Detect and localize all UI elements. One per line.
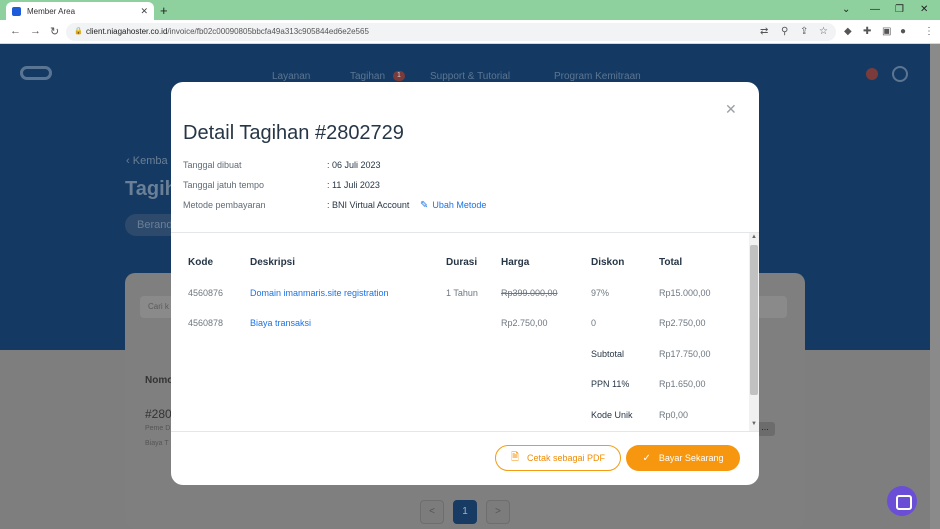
forward-arrow-icon[interactable]: →: [30, 25, 41, 37]
pager-current[interactable]: 1: [453, 500, 477, 524]
invoice-detail-modal: ✕ Detail Tagihan #2802729 Tanggal dibuat…: [171, 82, 759, 485]
row-1-harga: Rp399.000,00: [501, 288, 558, 298]
unique-code-value: Rp0,00: [659, 410, 689, 420]
menu-kebab-icon[interactable]: ⋮: [924, 26, 934, 37]
url-path: /invoice/fb02c00090805bbcfa49a313c905844…: [167, 27, 369, 36]
nav-support[interactable]: Support & Tutorial: [430, 71, 510, 82]
unique-code-label: Kode Unik: [591, 410, 633, 420]
row-2-total: Rp2.750,00: [659, 318, 706, 328]
column-header-kode: Kode: [188, 257, 213, 268]
document-icon: 🗎: [510, 451, 519, 463]
niagahoster-logo-icon[interactable]: [20, 66, 52, 80]
pager-next[interactable]: >: [486, 500, 510, 524]
row-1-deskripsi-link[interactable]: Domain imanmaris.site registration: [250, 288, 389, 298]
back-link[interactable]: ‹ Kemba: [126, 155, 168, 167]
print-pdf-label: Cetak sebagai PDF: [527, 453, 606, 463]
invoice-sub-1: Peme D: [145, 425, 171, 432]
modal-title: Detail Tagihan #2802729: [183, 122, 404, 144]
nav-layanan[interactable]: Layanan: [272, 71, 310, 82]
new-tab-icon[interactable]: +: [160, 3, 168, 18]
nav-badge: 1: [393, 71, 405, 81]
browser-tab[interactable]: Member Area ✕: [6, 2, 154, 20]
pager-prev[interactable]: <: [420, 500, 444, 524]
window-close-icon[interactable]: ✕: [920, 4, 928, 15]
row-2-diskon: 0: [591, 318, 597, 328]
table-scrollbar[interactable]: ▲ ▼: [749, 233, 759, 431]
pencil-icon: ✎: [420, 200, 429, 211]
created-label: Tanggal dibuat: [183, 160, 242, 170]
extension-shield-icon[interactable]: ◆: [844, 26, 852, 37]
column-header-diskon: Diskon: [591, 257, 625, 268]
ppn-value: Rp1.650,00: [659, 379, 706, 389]
scroll-thumb[interactable]: [750, 245, 758, 395]
profile-avatar-icon[interactable]: ●: [900, 26, 906, 37]
row-1-durasi: 1 Tahun: [446, 288, 478, 298]
pay-now-label: Bayar Sekarang: [658, 453, 724, 463]
scroll-up-icon[interactable]: ▲: [751, 234, 757, 240]
due-label: Tanggal jatuh tempo: [183, 180, 265, 190]
tab-title: Member Area: [27, 6, 76, 16]
subtotal-label: Subtotal: [591, 349, 625, 359]
lock-icon: 🔒: [74, 28, 83, 35]
column-header-total: Total: [659, 257, 683, 268]
change-method-label: Ubah Metode: [432, 200, 487, 210]
footer-divider: [171, 431, 759, 432]
bookmark-star-icon[interactable]: ☆: [819, 26, 828, 37]
invoice-sub-2: Biaya T: [145, 440, 169, 447]
column-header-harga: Harga: [501, 257, 530, 268]
back-arrow-icon[interactable]: ←: [10, 25, 21, 37]
column-header-durasi: Durasi: [446, 257, 478, 268]
subtotal-value: Rp17.750,00: [659, 349, 711, 359]
browser-tabstrip: Member Area ✕ + ⌄ — ❐ ✕: [0, 0, 940, 20]
check-icon: ✓: [642, 452, 651, 464]
tab-close-icon[interactable]: ✕: [140, 6, 148, 17]
nav-kemitraan[interactable]: Program Kemitraan: [554, 71, 641, 82]
scroll-down-icon[interactable]: ▼: [751, 421, 757, 427]
column-header-deskripsi: Deskripsi: [250, 257, 296, 268]
ppn-label: PPN 11%: [591, 379, 630, 389]
restore-icon[interactable]: ❐: [895, 4, 904, 15]
created-value: : 06 Juli 2023: [327, 160, 381, 170]
invoice-number: #280: [145, 407, 172, 421]
share-icon[interactable]: ⇪: [800, 26, 808, 37]
reload-icon[interactable]: ↻: [50, 25, 59, 38]
method-label: Metode pembayaran: [183, 200, 266, 210]
due-value: : 11 Juli 2023: [327, 180, 380, 190]
chat-icon[interactable]: [887, 486, 917, 516]
method-value: : BNI Virtual Account: [327, 200, 410, 210]
print-pdf-button[interactable]: 🗎 Cetak sebagai PDF: [495, 445, 621, 471]
bell-icon[interactable]: [866, 68, 878, 80]
row-2-harga: Rp2.750,00: [501, 318, 548, 328]
row-1-kode: 4560876: [188, 288, 224, 298]
site-favicon-icon: [12, 6, 21, 16]
row-2-kode: 4560878: [188, 318, 224, 328]
pay-now-button[interactable]: ✓ Bayar Sekarang: [626, 445, 740, 471]
row-1-total: Rp15.000,00: [659, 288, 711, 298]
extensions-puzzle-icon[interactable]: ✚: [863, 26, 871, 37]
page-scrollbar[interactable]: [930, 44, 940, 529]
back-link-label: Kemba: [132, 155, 168, 167]
location-icon[interactable]: ⚲: [781, 26, 788, 37]
minimize-icon[interactable]: —: [870, 4, 880, 15]
close-icon[interactable]: ✕: [725, 101, 737, 118]
page-title: Tagih: [125, 178, 177, 200]
nav-tagihan[interactable]: Tagihan: [350, 71, 385, 82]
address-bar: ← → ↻ 🔒 client.niagahoster.co.id/invoice…: [0, 20, 940, 44]
url-field[interactable]: 🔒 client.niagahoster.co.id/invoice/fb02c…: [66, 23, 836, 41]
change-method-link[interactable]: ✎ Ubah Metode: [420, 200, 486, 211]
sidebar-icon[interactable]: ▣: [882, 26, 891, 37]
translate-icon[interactable]: ⇄: [760, 26, 768, 37]
row-1-diskon: 97%: [591, 288, 610, 298]
url-host: client.niagahoster.co.id: [86, 27, 168, 36]
invoice-table: Kode Deskripsi Durasi Harga Diskon Total…: [171, 233, 749, 431]
power-icon[interactable]: [892, 66, 908, 82]
column-label: Nomo: [145, 375, 174, 386]
chevron-down-icon[interactable]: ⌄: [842, 4, 850, 15]
row-2-deskripsi-link[interactable]: Biaya transaksi: [250, 318, 311, 328]
